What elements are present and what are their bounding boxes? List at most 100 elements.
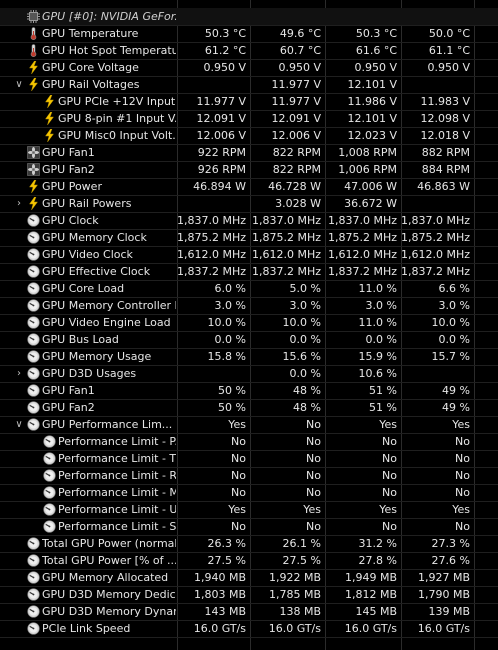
clock-icon	[27, 622, 40, 635]
minimum-value: 46.728 W	[268, 180, 321, 193]
sensor-row[interactable]: GPU Clock 1,837.0 MHz 1,837.0 MHz 1,837.0 M…	[0, 212, 498, 229]
average-value: 1,927 MB	[417, 571, 470, 584]
sensor-row[interactable]: GPU Video Engine Load 10.0 % 10.0 % 11.0 % 1…	[0, 314, 498, 331]
current-value: 0.950 V	[203, 61, 246, 74]
sensor-row[interactable]: ∨ GPU Rail Voltages 11.977 V 12.101 V	[0, 76, 498, 93]
sensor-label: GPU Rail Voltages	[42, 78, 140, 91]
current-value: No	[231, 520, 246, 533]
maximum-value: 51 %	[369, 384, 397, 397]
sensor-row[interactable]: GPU Fan2 926 RPM 822 RPM 1,006 RPM 884 RPM	[0, 161, 498, 178]
sensor-label: GPU D3D Usages	[42, 367, 137, 380]
sensor-row[interactable]: GPU Memory Usage 15.8 % 15.6 % 15.9 % 15.7 %	[0, 348, 498, 365]
maximum-value: 31.2 %	[358, 537, 397, 550]
clock-icon	[27, 231, 40, 244]
minimum-value: 1,875.2 MHz	[251, 231, 321, 244]
sensor-row[interactable]: GPU Effective Clock 1,837.2 MHz 1,837.2 MH…	[0, 263, 498, 280]
sensor-label: GPU Core Voltage	[42, 61, 139, 74]
minimum-value: No	[306, 469, 321, 482]
sensor-row[interactable]: Performance Limit - T... No No No No	[0, 450, 498, 467]
minimum-value: 3.0 %	[289, 299, 321, 312]
lightning-icon	[27, 60, 40, 75]
sensor-row[interactable]: › GPU Rail Powers 3.028 W 36.672 W	[0, 195, 498, 212]
sensor-label: GPU [#0]: NVIDIA GeFor...	[42, 10, 176, 23]
sensor-label: GPU Fan1	[42, 146, 95, 159]
sensor-row[interactable]: ∨ GPU Performance Lim... Yes No Yes Yes	[0, 416, 498, 433]
minimum-value: 12.091 V	[271, 112, 321, 125]
sensor-row[interactable]: Total GPU Power [% of ... 27.5 % 27.5 % 27.…	[0, 552, 498, 569]
clock-icon	[27, 316, 40, 329]
sensor-row[interactable]: Performance Limit - S... No No No No	[0, 518, 498, 535]
minimum-value: 1,612.0 MHz	[251, 248, 321, 261]
sensor-label: GPU Memory Allocated	[42, 571, 169, 584]
minimum-value: 60.7 °C	[279, 44, 321, 57]
maximum-value: 11.0 %	[358, 282, 397, 295]
minimum-value: 1,837.0 MHz	[251, 214, 321, 227]
average-value: 46.863 W	[417, 180, 470, 193]
average-value: 49 %	[442, 401, 470, 414]
sensor-row[interactable]: GPU Fan1 50 % 48 % 51 % 49 %	[0, 382, 498, 399]
collapse-chevron-icon[interactable]: ∨	[12, 76, 26, 93]
average-value: 15.7 %	[431, 350, 470, 363]
sensor-row[interactable]: GPU PCIe +12V Input... 11.977 V 11.977 V 11…	[0, 93, 498, 110]
sensor-row[interactable]: GPU D3D Memory Dynamic 143 MB 138 MB 145 MB…	[0, 603, 498, 620]
sensor-row[interactable]: GPU 8-pin #1 Input V... 12.091 V 12.091 V 1…	[0, 110, 498, 127]
minimum-value: No	[306, 520, 321, 533]
clock-icon	[27, 384, 40, 397]
sensor-row[interactable]: Performance Limit - M... No No No No	[0, 484, 498, 501]
expand-chevron-icon[interactable]: ›	[12, 195, 26, 212]
maximum-value: 1,812 MB	[344, 588, 397, 601]
average-value: No	[455, 452, 470, 465]
minimum-value: 822 RPM	[272, 146, 321, 159]
sensor-row[interactable]: GPU Core Load 6.0 % 5.0 % 11.0 % 6.6 %	[0, 280, 498, 297]
chip-icon	[27, 10, 40, 23]
sensor-row[interactable]: GPU Video Clock 1,612.0 MHz 1,612.0 MHz 1,6…	[0, 246, 498, 263]
thermometer-icon	[27, 44, 40, 57]
clock-icon	[27, 350, 40, 363]
sensor-row[interactable]: GPU Memory Clock 1,875.2 MHz 1,875.2 MHz 1,…	[0, 229, 498, 246]
sensor-row[interactable]: PCIe Link Speed 16.0 GT/s 16.0 GT/s 16.0 GT…	[0, 620, 498, 637]
average-value: 1,837.0 MHz	[401, 214, 471, 227]
sensor-row[interactable]: GPU Memory Controller L... 3.0 % 3.0 % 3.0 …	[0, 297, 498, 314]
lightning-icon	[27, 77, 40, 92]
sensor-row[interactable]: Performance Limit - P... No No No No	[0, 433, 498, 450]
sensor-row[interactable]: GPU Bus Load 0.0 % 0.0 % 0.0 % 0.0 %	[0, 331, 498, 348]
collapse-chevron-icon[interactable]: ∨	[12, 416, 26, 433]
sensor-row[interactable]: GPU Core Voltage 0.950 V 0.950 V 0.950 V 0.9…	[0, 59, 498, 76]
sensor-row[interactable]: GPU Fan1 922 RPM 822 RPM 1,008 RPM 882 RPM	[0, 144, 498, 161]
average-value: 50.0 °C	[428, 27, 470, 40]
clock-icon	[27, 418, 40, 431]
sensor-label: GPU PCIe +12V Input...	[58, 95, 176, 108]
minimum-value: 1,785 MB	[268, 588, 321, 601]
sensor-label: Total GPU Power (normal...	[42, 537, 176, 550]
minimum-value	[250, 8, 324, 25]
sensor-row[interactable]: Performance Limit - R... No No No No	[0, 467, 498, 484]
sensor-group-header[interactable]: GPU [#0]: NVIDIA GeFor...	[0, 8, 498, 25]
average-value: 884 RPM	[421, 163, 470, 176]
sensor-label: GPU Fan2	[42, 163, 95, 176]
minimum-value: 11.977 V	[271, 78, 321, 91]
fan-icon	[27, 163, 40, 176]
sensor-row[interactable]: Performance Limit - U... Yes Yes Yes Yes	[0, 501, 498, 518]
sensor-row[interactable]: GPU D3D Memory Dedica... 1,803 MB 1,785 MB…	[0, 586, 498, 603]
sensor-row[interactable]: GPU Fan2 50 % 48 % 51 % 49 %	[0, 399, 498, 416]
clock-icon	[27, 367, 40, 380]
sensor-label: GPU Fan2	[42, 401, 95, 414]
sensor-label: Performance Limit - R...	[58, 469, 176, 482]
current-value: 922 RPM	[197, 146, 246, 159]
sensor-row[interactable]: GPU Power 46.894 W 46.728 W 47.006 W 46.863 …	[0, 178, 498, 195]
sensor-row[interactable]: GPU Temperature 50.3 °C 49.6 °C 50.3 °C 50.0…	[0, 25, 498, 42]
clock-icon	[43, 486, 56, 499]
sensor-list: GPU [#0]: NVIDIA GeFor... GPU Temperature…	[0, 8, 498, 637]
sensor-row[interactable]: Total GPU Power (normal... 26.3 % 26.1 % 31…	[0, 535, 498, 552]
maximum-value: 1,837.0 MHz	[327, 214, 397, 227]
sensor-row[interactable]: › GPU D3D Usages 0.0 % 10.6 %	[0, 365, 498, 382]
expand-chevron-icon[interactable]: ›	[12, 365, 26, 382]
maximum-value: 3.0 %	[365, 299, 397, 312]
sensor-label: Performance Limit - T...	[58, 452, 176, 465]
sensor-row[interactable]: GPU Misc0 Input Volt... 12.006 V 12.006 V 1…	[0, 127, 498, 144]
minimum-value: 26.1 %	[282, 537, 321, 550]
sensor-row[interactable]: GPU Memory Allocated 1,940 MB 1,922 MB 1,94…	[0, 569, 498, 586]
sensor-row[interactable]: GPU Hot Spot Temperature 61.2 °C 60.7 °C 61…	[0, 42, 498, 59]
minimum-value: 1,922 MB	[268, 571, 321, 584]
average-value	[401, 76, 473, 93]
